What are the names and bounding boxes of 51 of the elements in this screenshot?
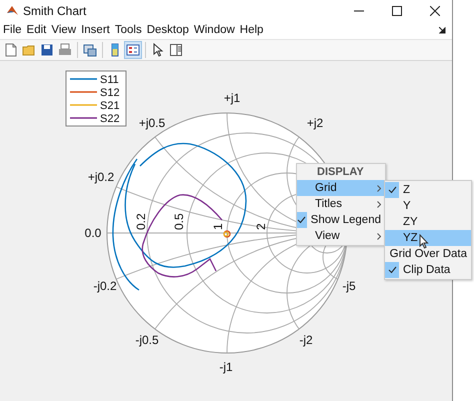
- maximize-icon[interactable]: [392, 6, 402, 16]
- menu-item[interactable]: Clip Data: [385, 262, 471, 278]
- legend-label: S21: [100, 100, 120, 112]
- menu-item[interactable]: YZ: [385, 230, 471, 246]
- menu-item[interactable]: Help: [240, 24, 264, 36]
- close-icon[interactable]: [430, 6, 440, 16]
- checkmark-icon: [388, 266, 396, 274]
- menu-item[interactable]: Y: [385, 198, 471, 214]
- menu-item[interactable]: Tools: [114, 24, 142, 36]
- menu-item[interactable]: Grid Over Data: [385, 246, 471, 262]
- checkmark-icon: [297, 216, 306, 224]
- axis-label: -j0.5: [135, 333, 159, 348]
- menu-item[interactable]: Titles: [297, 196, 385, 212]
- legend-icon[interactable]: [124, 41, 142, 60]
- window-title: Smith Chart: [23, 4, 86, 18]
- menu-item[interactable]: Window: [194, 24, 235, 36]
- axis-label: +j2: [306, 116, 324, 130]
- axis-label: 1: [211, 223, 225, 230]
- axis-label: -j5: [342, 279, 356, 294]
- legend-label: S22: [100, 113, 120, 126]
- axis-label: -j2: [299, 333, 313, 348]
- axis-label: 0.0: [84, 226, 102, 240]
- menu-item[interactable]: File: [3, 24, 22, 36]
- checkmark-icon: [388, 186, 396, 194]
- dock-arrow-icon[interactable]: [439, 26, 446, 34]
- legend-label: S12: [100, 87, 120, 100]
- legend-label: S11: [100, 74, 119, 86]
- axis-label: +j0.2: [88, 170, 114, 184]
- menu-item[interactable]: Edit: [26, 24, 46, 36]
- menu-item[interactable]: ZY: [385, 214, 471, 230]
- menu-item[interactable]: Insert: [81, 24, 110, 36]
- app-logo-icon: [6, 4, 19, 18]
- menu-item[interactable]: View: [297, 228, 385, 244]
- axis-label: +j1: [224, 91, 240, 106]
- axis-label: 2: [254, 223, 268, 230]
- legend-background: [66, 70, 126, 127]
- chevron-right-icon: [377, 232, 381, 240]
- axis-label: -j1: [219, 360, 233, 374]
- chevron-right-icon: [377, 200, 381, 208]
- menu-item[interactable]: Show Legend: [297, 212, 385, 228]
- axis-label: 0.5: [172, 213, 186, 230]
- chevron-right-icon: [377, 184, 381, 192]
- mouse-cursor-icon: [419, 234, 429, 249]
- menu-item[interactable]: Grid: [297, 180, 385, 196]
- axis-label: +j0.5: [138, 116, 166, 130]
- menu-item[interactable]: Z: [385, 182, 471, 198]
- axis-label: 0.2: [134, 213, 148, 230]
- menu-header: DISPLAY: [316, 165, 365, 180]
- menu-item[interactable]: View: [51, 24, 76, 36]
- menu-item[interactable]: Desktop: [146, 24, 189, 36]
- axis-label: -j0.2: [93, 279, 117, 294]
